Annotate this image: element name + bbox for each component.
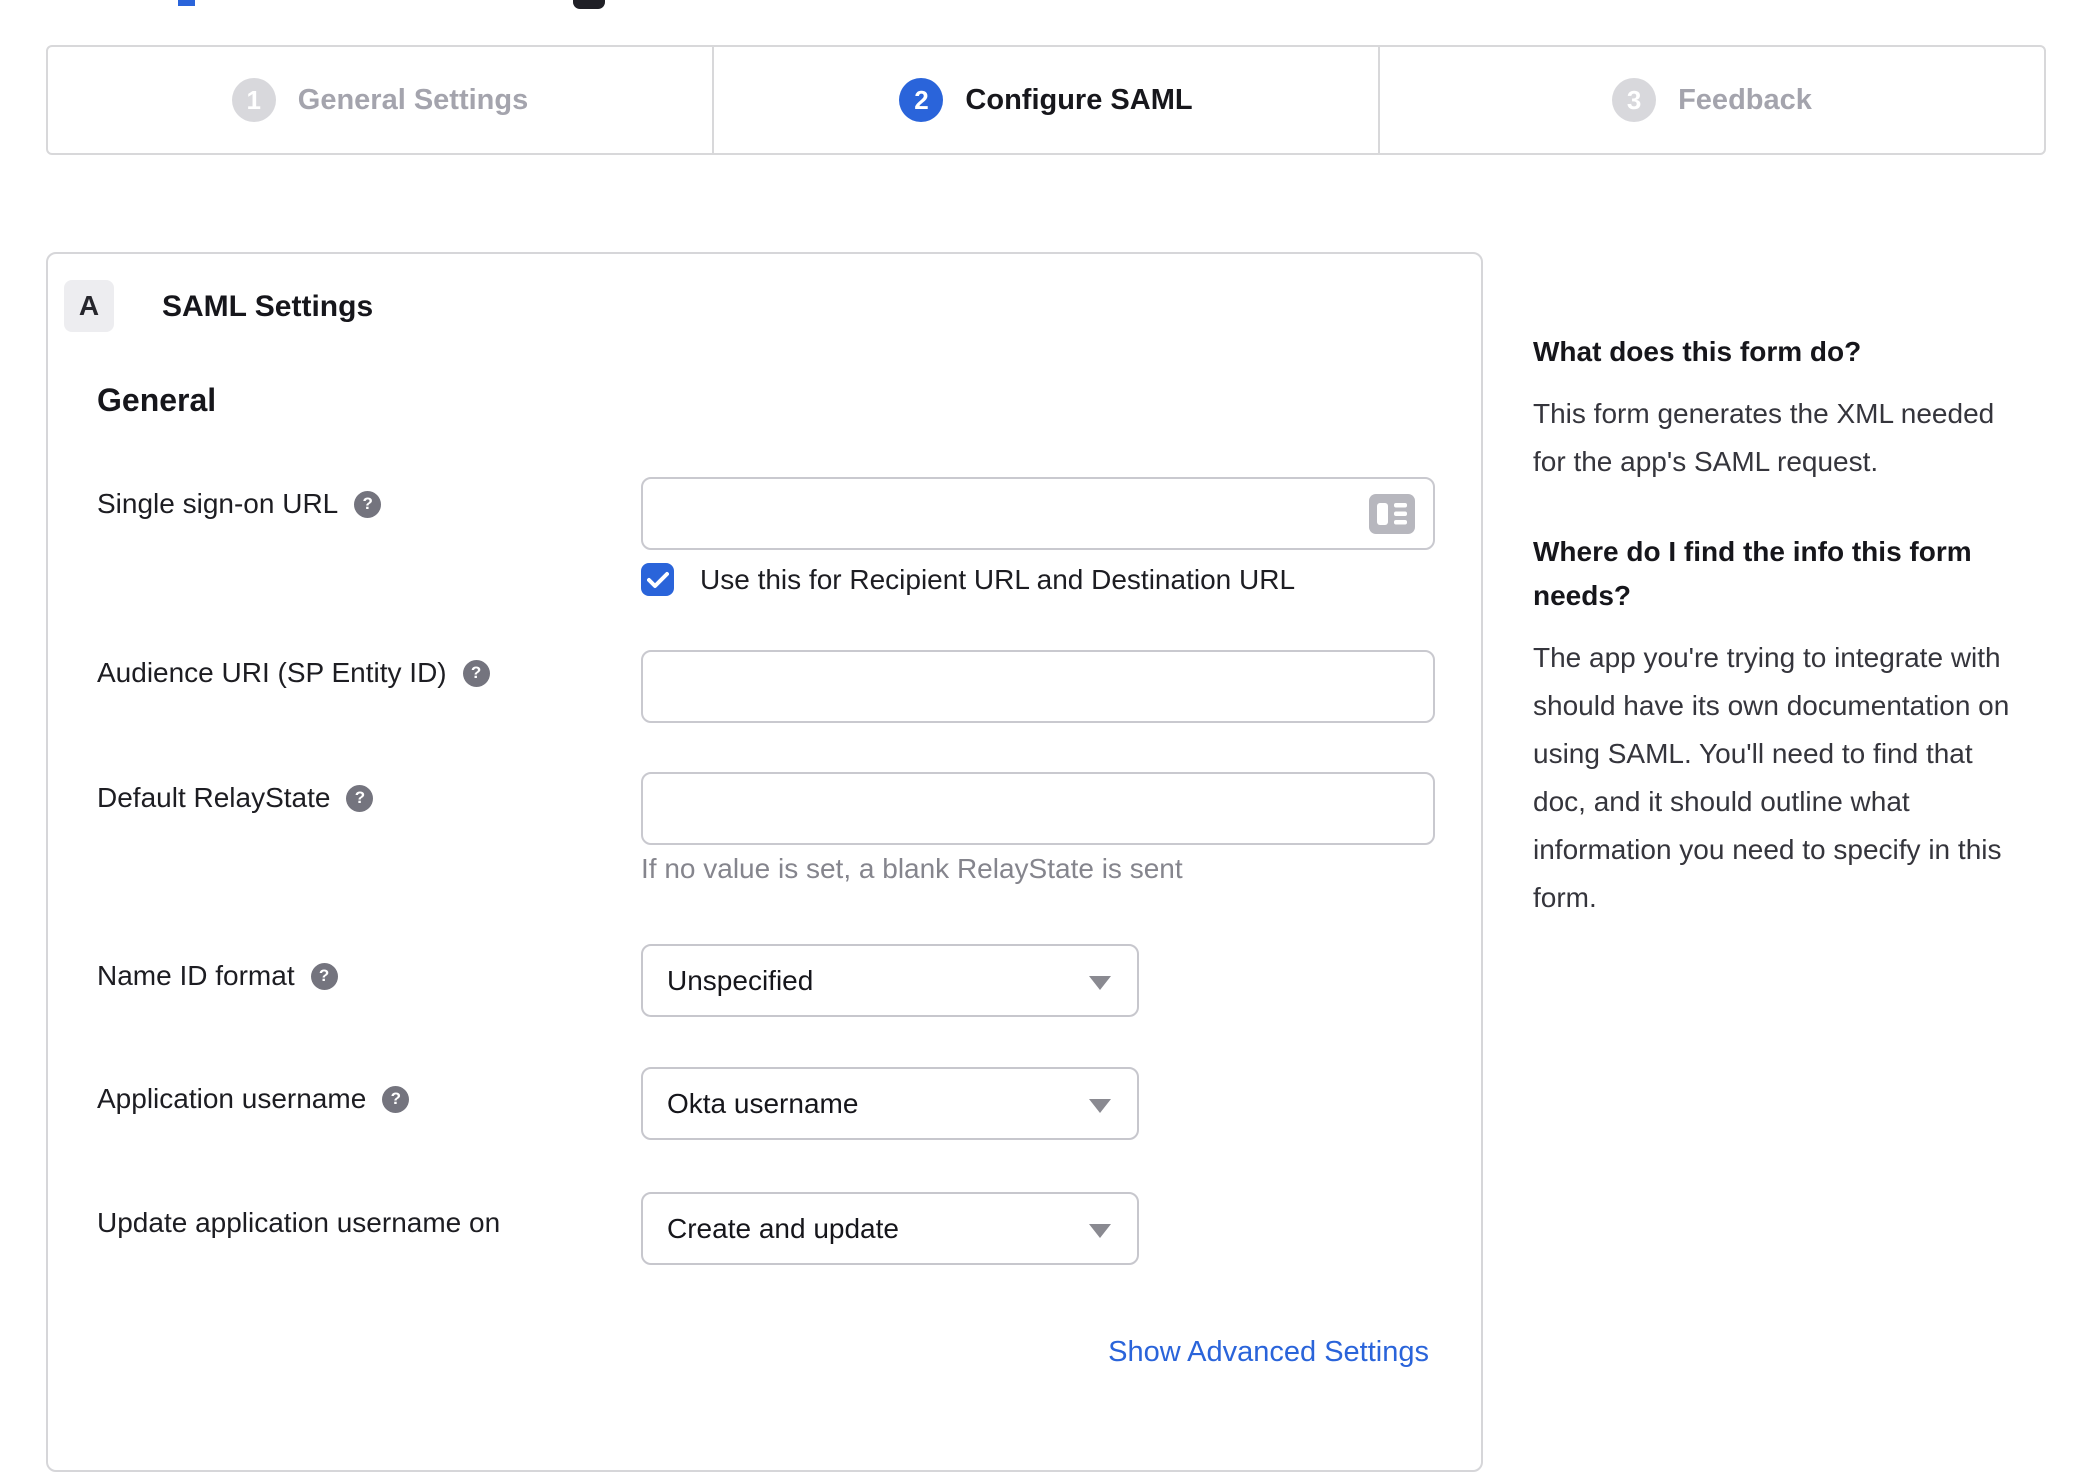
recipient-url-checkbox-label: Use this for Recipient URL and Destinati… [700,563,1296,595]
update-app-username-select[interactable]: Create and update [641,1192,1139,1265]
cutoff-dark-fragment [573,0,605,9]
chevron-down-icon [1089,1224,1111,1238]
saml-settings-card: A SAML Settings General Single sign-on U… [46,252,1483,1472]
step-number-circle: 2 [899,78,944,122]
help-icon[interactable]: ? [382,1085,410,1113]
relay-state-field-wrap [641,772,1435,845]
help-icon[interactable]: ? [462,659,490,687]
help-icon[interactable]: ? [354,490,382,518]
name-id-format-value: Unspecified [667,964,814,996]
update-app-username-value: Create and update [667,1212,899,1244]
chevron-down-icon [1089,1099,1111,1113]
help-sidebar: What does this form do? This form genera… [1533,330,2045,922]
help-icon[interactable]: ? [310,962,338,990]
audience-uri-input[interactable] [641,650,1435,723]
relay-state-input[interactable] [641,772,1435,845]
relay-state-label: Default RelayState ? [97,783,374,813]
app-username-label: Application username ? [97,1084,410,1114]
sidebar-body-where: The app you're trying to integrate with … [1533,642,2010,913]
relay-state-hint: If no value is set, a blank RelayState i… [641,853,1183,884]
sidebar-heading-where: Where do I find the info this form needs… [1533,536,1972,611]
step-label: Configure SAML [965,83,1193,116]
audience-uri-label: Audience URI (SP Entity ID) ? [97,658,490,688]
recipient-url-checkbox[interactable] [641,563,674,596]
step-label: General Settings [297,83,529,116]
step-configure-saml[interactable]: 2 Configure SAML [712,47,1378,153]
sidebar-body-what: This form generates the XML needed for t… [1533,398,1995,477]
app-username-select[interactable]: Okta username [641,1067,1139,1140]
general-section-heading: General [97,382,217,418]
wizard-stepper: 1 General Settings 2 Configure SAML 3 Fe… [46,45,2046,155]
update-app-username-label: Update application username on [97,1207,501,1238]
sidebar-heading-what: What does this form do? [1533,336,1862,367]
step-feedback[interactable]: 3 Feedback [1378,47,2044,153]
contact-card-icon [1369,494,1415,539]
cutoff-blue-fragment [178,0,195,6]
sso-url-input[interactable] [641,477,1435,550]
name-id-format-select[interactable]: Unspecified [641,944,1139,1017]
step-general-settings[interactable]: 1 General Settings [48,47,712,153]
app-username-value: Okta username [667,1087,859,1119]
recipient-url-checkbox-row: Use this for Recipient URL and Destinati… [641,563,1295,596]
step-number-circle: 3 [1612,78,1657,122]
help-icon[interactable]: ? [346,784,374,812]
section-a-badge: A [64,280,114,332]
sso-url-label: Single sign-on URL ? [97,489,382,519]
show-advanced-settings-link[interactable]: Show Advanced Settings [1108,1336,1429,1369]
name-id-format-label: Name ID format ? [97,961,338,991]
card-title: SAML Settings [162,290,374,323]
sso-url-field-wrap [641,477,1435,550]
step-label: Feedback [1678,83,1812,116]
chevron-down-icon [1089,976,1111,990]
audience-uri-field-wrap [641,650,1435,723]
step-number-circle: 1 [231,78,276,122]
